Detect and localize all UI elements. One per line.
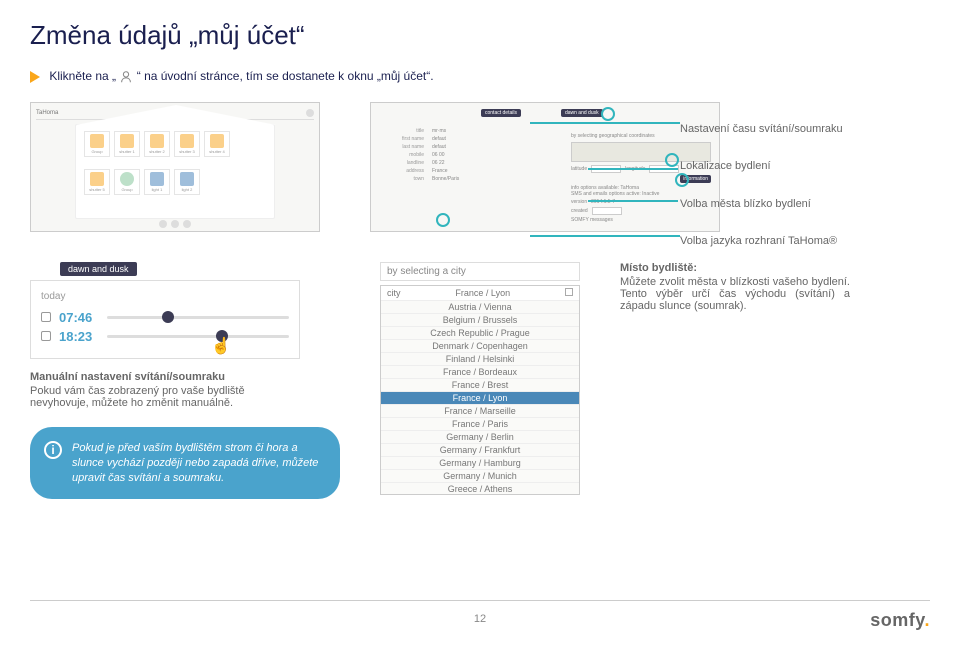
sunset-time: 18:23	[59, 329, 99, 344]
tile-label: shutter 1	[119, 149, 135, 154]
info-bubble: i Pokud je před vaším bydlištěm strom či…	[30, 427, 340, 500]
screenshot-home: TaHoma Group shutter 1 shutter 2 shutter…	[30, 102, 320, 232]
sunrise-time: 07:46	[59, 310, 99, 325]
hand-cursor-icon: ☝️	[211, 336, 231, 356]
callout-labels: Nastavení času svítání/soumraku Lokaliza…	[680, 100, 843, 272]
mock-home-title: TaHoma	[36, 110, 58, 116]
arrow-bullet-icon	[30, 71, 40, 83]
connector-line	[530, 122, 680, 124]
avatar-icon	[306, 109, 314, 117]
city-item-selected[interactable]: France / Lyon	[381, 392, 579, 405]
field-value: defaut	[432, 135, 446, 143]
city-item[interactable]: Finland / Helsinki	[381, 353, 579, 366]
tile-label: light 2	[182, 187, 193, 192]
label-localization: Lokalizace bydlení	[680, 159, 843, 174]
field-label: first name	[379, 135, 424, 143]
highlight-circle-icon	[436, 213, 450, 227]
field-value: 06 00	[432, 151, 445, 159]
sunrise-slider[interactable]	[107, 316, 289, 319]
tile-label: Group	[91, 149, 102, 154]
tile-label: shutter 3	[179, 149, 195, 154]
connector-line	[530, 235, 680, 237]
dawn-dusk-widget: dawn and dusk today 07:46 18:23 ☝️	[30, 262, 300, 359]
city-item[interactable]: Belgium / Brussels	[381, 314, 579, 327]
intro-suffix: “ na úvodní stránce, tím se dostanete k …	[137, 69, 434, 83]
sunset-slider[interactable]	[107, 335, 289, 338]
page-title: Změna údajů „můj účet“	[30, 20, 930, 51]
page-number: 12	[474, 613, 486, 625]
field-value: 06 22	[432, 159, 445, 167]
btn-contact-details: contact details	[481, 109, 521, 117]
tile-label: shutter 2	[149, 149, 165, 154]
intro-line: Klikněte na „ “ na úvodní stránce, tím s…	[30, 69, 930, 84]
brand-logo: somfy.	[870, 610, 930, 631]
city-first: France / Lyon	[455, 288, 510, 298]
highlight-circle-icon	[601, 107, 615, 121]
sunrise-icon	[41, 312, 51, 322]
connector-line	[588, 168, 678, 170]
city-header: by selecting a city	[380, 262, 580, 281]
tile-label: shutter 5	[89, 187, 105, 192]
city-item[interactable]: Greece / Athens	[381, 483, 579, 495]
city-item[interactable]: France / Paris	[381, 418, 579, 431]
city-item[interactable]: France / Marseille	[381, 405, 579, 418]
footer-divider	[30, 600, 930, 601]
btn-dawn-dusk: dawn and dusk	[561, 109, 603, 117]
intro-prefix: Klikněte na „	[49, 69, 116, 83]
manual-body: Pokud vám čas zobrazený pro vaše bydlišt…	[30, 385, 245, 409]
field-label: last name	[379, 143, 424, 151]
field-label: town	[379, 175, 424, 183]
field-value: Bonne/Paris	[432, 175, 459, 183]
lat-label: latitude	[571, 166, 587, 172]
city-item[interactable]: France / Bordeaux	[381, 366, 579, 379]
city-lbl: city	[387, 288, 401, 298]
created-box	[592, 207, 622, 215]
city-item[interactable]: Germany / Berlin	[381, 431, 579, 444]
city-item[interactable]: Czech Republic / Prague	[381, 327, 579, 340]
connector-line	[588, 200, 678, 202]
manual-setting-text: Manuální nastavení svítání/soumraku Poku…	[30, 371, 300, 409]
info-icon: i	[44, 441, 62, 459]
city-item[interactable]: Austria / Vienna	[381, 301, 579, 314]
field-value: defaut	[432, 143, 446, 151]
label-city-choice: Volba města blízko bydlení	[680, 197, 843, 212]
person-icon	[119, 70, 133, 84]
today-label: today	[41, 291, 289, 302]
city-item[interactable]: Germany / Munich	[381, 470, 579, 483]
version-label: version	[571, 199, 587, 205]
highlight-circle-icon	[665, 153, 679, 167]
city-item[interactable]: Denmark / Copenhagen	[381, 340, 579, 353]
field-label: address	[379, 167, 424, 175]
bubble-text: Pokud je před vaším bydlištěm strom či h…	[72, 442, 318, 484]
manual-title: Manuální nastavení svítání/soumraku	[30, 371, 300, 383]
label-language-choice: Volba jazyka rozhraní TaHoma®	[680, 234, 843, 249]
tile-label: light 1	[152, 187, 163, 192]
tile-label: Group	[121, 187, 132, 192]
city-list[interactable]: city France / Lyon Austria / Vienna Belgi…	[380, 285, 580, 495]
created-label: created	[571, 208, 588, 214]
dropdown-icon	[565, 288, 573, 296]
sunset-icon	[41, 331, 51, 341]
field-value: France	[432, 167, 448, 175]
field-value: mr·ms	[432, 127, 446, 135]
city-item[interactable]: Germany / Frankfurt	[381, 444, 579, 457]
field-label: mobile	[379, 151, 424, 159]
city-selector-widget: by selecting a city city France / Lyon Au…	[380, 262, 580, 495]
field-label: title	[379, 127, 424, 135]
label-dawn-dusk: Nastavení času svítání/soumraku	[680, 122, 843, 137]
tile-label: shutter 4	[209, 149, 225, 154]
field-label: landline	[379, 159, 424, 167]
dawn-dusk-tag: dawn and dusk	[60, 262, 137, 276]
city-item[interactable]: Germany / Hamburg	[381, 457, 579, 470]
city-item[interactable]: France / Brest	[381, 379, 579, 392]
city-desc-body: Můžete zvolit města v blízkosti vašeho b…	[620, 276, 850, 312]
